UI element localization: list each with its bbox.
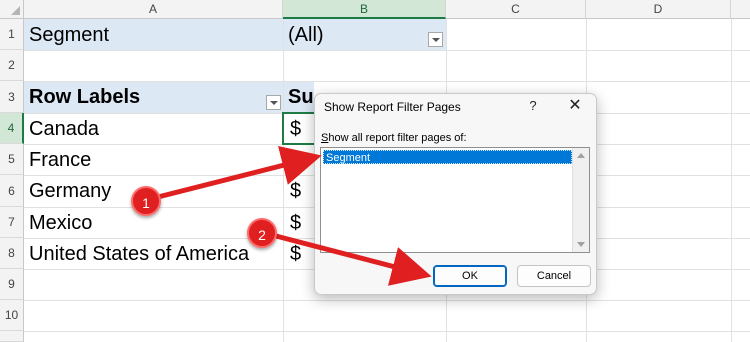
annotation-arrows (155, 145, 432, 286)
step-badge-1: 1 (131, 186, 161, 216)
step-badge-2: 2 (247, 218, 277, 248)
arrow-to-ok (273, 233, 432, 286)
arrow-to-segment (155, 145, 322, 200)
